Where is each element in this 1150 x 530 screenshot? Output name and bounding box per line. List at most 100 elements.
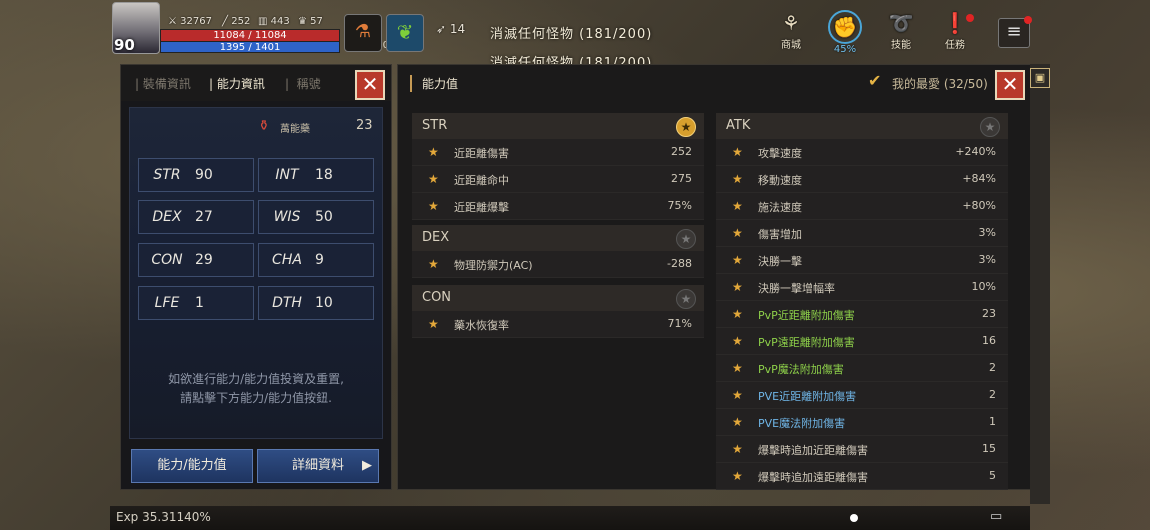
stat-row: ★ PvP魔法附加傷害 2 (716, 355, 1008, 382)
favorite-star-icon[interactable]: ★ (676, 289, 696, 309)
favorite-count[interactable]: 我的最愛 (32/50) (892, 75, 988, 92)
stat-row: ★ PvP遠距離附加傷害 16 (716, 328, 1008, 355)
stat-row-value: -288 (667, 257, 692, 270)
stat-lfe[interactable]: LFE 1 (138, 286, 254, 320)
detail-button-label: 詳細資料 (291, 458, 344, 473)
star-icon[interactable]: ★ (732, 253, 743, 267)
stat-row-name: PvP魔法附加傷害 (758, 363, 844, 376)
trophy-icon: ♛ (298, 16, 307, 27)
str-title: STR (422, 118, 448, 133)
star-icon[interactable]: ★ (732, 469, 743, 483)
skill-icon: ➰ (888, 11, 914, 35)
quick-slot-leaf[interactable]: ❦ (386, 14, 424, 52)
stat-int[interactable]: INT 18 (258, 158, 374, 192)
dex-title: DEX (422, 230, 450, 245)
close-icon: ✕ (361, 72, 379, 96)
star-icon[interactable]: ★ (732, 307, 743, 321)
stat-row: ★ 傷害增加 3% (716, 220, 1008, 247)
star-icon[interactable]: ★ (732, 172, 743, 186)
stat-dex[interactable]: DEX 27 (138, 200, 254, 234)
stat-row-name: 決勝一擊增幅率 (758, 282, 835, 295)
ability-button[interactable]: 能力/能力值 (131, 449, 253, 483)
stat-row-name: 移動速度 (758, 174, 802, 187)
hud-stat-1-value: 32767 (180, 16, 212, 27)
favorite-star-icon[interactable]: ★ (676, 117, 696, 137)
stat-str[interactable]: STR 90 (138, 158, 254, 192)
close-left-button[interactable]: ✕ (355, 70, 385, 100)
star-icon[interactable]: ★ (732, 361, 743, 375)
auto-battle-button[interactable]: ✊ 45% (822, 10, 868, 55)
star-icon[interactable]: ★ (732, 199, 743, 213)
stat-row-name: PvP遠距離附加傷害 (758, 336, 855, 349)
tab-title[interactable]: | 稱號 (285, 75, 321, 92)
star-icon[interactable]: ★ (732, 280, 743, 294)
favorite-star-icon[interactable]: ★ (676, 229, 696, 249)
star-icon[interactable]: ★ (732, 415, 743, 429)
star-icon[interactable]: ★ (732, 226, 743, 240)
quick-slot-potion[interactable]: ⚗ 0 (344, 14, 389, 52)
stat-key: DTH (272, 295, 302, 311)
stat-cha[interactable]: CHA 9 (258, 243, 374, 277)
stat-value: 9 (315, 252, 324, 268)
mp-text: 1395 / 1401 (219, 42, 281, 53)
con-card-header: CON ★ (412, 285, 704, 311)
star-icon[interactable]: ★ (732, 442, 743, 456)
stat-row-name: 傷害增加 (758, 228, 802, 241)
stat-row: ★ 近距離爆擊 75% (412, 193, 704, 220)
star-icon[interactable]: ★ (428, 199, 439, 213)
character-info-panel: | 裝備資訊 | 能力資訊 | 稱號 ✕ ⚱ 萬能藥 23 STR 90 INT 1… (120, 64, 392, 490)
star-icon[interactable]: ★ (428, 317, 439, 331)
sword-icon: ╱ (222, 16, 229, 27)
stat-row-value: 1 (989, 415, 996, 428)
stat-row-name: 物理防禦力(AC) (454, 259, 533, 272)
stat-row-name: PvP近距離附加傷害 (758, 309, 855, 322)
hud-stat-4: ♛ 57 (298, 16, 323, 27)
map-icon[interactable]: ▣ (1030, 68, 1050, 88)
favorite-check-icon[interactable]: ✔ (868, 73, 884, 89)
stat-row-name: 施法速度 (758, 201, 802, 214)
stat-dth[interactable]: DTH 10 (258, 286, 374, 320)
close-right-button[interactable]: ✕ (995, 70, 1025, 100)
battery-icon: ▭ (990, 509, 1003, 524)
stat-row-name: 藥水恢復率 (454, 319, 509, 332)
stat-row: ★ 爆擊時追加遠距離傷害 5 (716, 463, 1008, 490)
stat-row-value: 275 (671, 172, 692, 185)
stat-row: ★ 施法速度 +80% (716, 193, 1008, 220)
stat-row-value: 2 (989, 361, 996, 374)
stat-row-name: 近距離爆擊 (454, 201, 509, 214)
skill-button[interactable]: ➰ 技能 (878, 10, 924, 51)
stat-con[interactable]: CON 29 (138, 243, 254, 277)
character-level: 90 (114, 36, 135, 54)
stat-row-value: 23 (982, 307, 996, 320)
star-icon[interactable]: ★ (732, 334, 743, 348)
con-card: CON ★ ★ 藥水恢復率 71% (412, 285, 704, 338)
stat-value: 27 (195, 209, 213, 225)
stat-row: ★ PVE近距離附加傷害 2 (716, 382, 1008, 409)
tab-ability[interactable]: | 能力資訊 (209, 75, 265, 92)
hp-text: 11084 / 11084 (213, 30, 287, 41)
shop-button[interactable]: ⚘ 商城 (768, 10, 814, 51)
stat-row-value: 3% (978, 226, 996, 239)
stat-row: ★ 移動速度 +84% (716, 166, 1008, 193)
stat-row-name: 決勝一擊 (758, 255, 802, 268)
wing-icon: ⚔ (168, 16, 177, 27)
stat-row-name: 攻擊速度 (758, 147, 802, 160)
stat-wis[interactable]: WIS 50 (258, 200, 374, 234)
star-icon[interactable]: ★ (428, 172, 439, 186)
elixir-icon: ⚱ (258, 118, 270, 134)
quest-tracker-1[interactable]: 消滅任何怪物 (181/200) (490, 23, 652, 42)
star-icon[interactable]: ★ (732, 145, 743, 159)
star-icon[interactable]: ★ (428, 257, 439, 271)
page-dot-active[interactable] (850, 514, 858, 522)
star-icon[interactable]: ★ (428, 145, 439, 159)
stat-row: ★ 爆擊時追加近距離傷害 15 (716, 436, 1008, 463)
tab-ability-label: 能力資訊 (216, 77, 265, 91)
atk-title: ATK (726, 118, 751, 133)
tab-equipment[interactable]: | 裝備資訊 (135, 75, 191, 92)
favorite-star-icon[interactable]: ★ (980, 117, 1000, 137)
stat-row-name: 近距離傷害 (454, 147, 509, 160)
star-icon[interactable]: ★ (732, 388, 743, 402)
stat-row-value: 15 (982, 442, 996, 455)
hud-stat-1: ⚔ 32767 (168, 16, 212, 27)
detail-button[interactable]: 詳細資料 ▶ (257, 449, 379, 483)
